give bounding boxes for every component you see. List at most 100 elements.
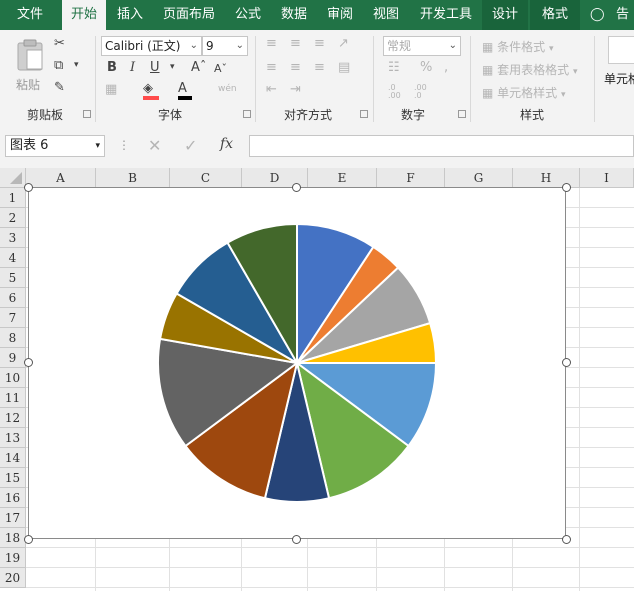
paste-button[interactable]: 粘贴 bbox=[10, 36, 50, 98]
row-header[interactable]: 16 bbox=[0, 488, 26, 508]
row-header[interactable]: 12 bbox=[0, 408, 26, 428]
tell-me-box[interactable]: ◯ 告 bbox=[584, 0, 634, 30]
cut-icon[interactable]: ✂ bbox=[54, 36, 65, 51]
border-icon[interactable]: ▦ bbox=[105, 82, 117, 97]
fill-color-icon[interactable]: ◈ bbox=[143, 82, 159, 100]
decrease-indent-icon[interactable]: ⇤ bbox=[266, 82, 277, 97]
select-all-corner[interactable] bbox=[0, 168, 26, 188]
underline-dropdown-icon[interactable]: ▾ bbox=[170, 62, 175, 72]
align-left-icon[interactable]: ≡ bbox=[266, 60, 277, 75]
chevron-down-icon: ⌄ bbox=[448, 40, 457, 51]
tab-insert[interactable]: 插入 bbox=[108, 0, 152, 30]
align-bottom-icon[interactable]: ≡ bbox=[314, 36, 325, 51]
tab-home[interactable]: 开始 bbox=[62, 0, 106, 30]
number-launcher-icon[interactable] bbox=[458, 110, 466, 118]
resize-handle-bottom-left[interactable] bbox=[24, 535, 33, 544]
format-painter-icon[interactable]: ✎ bbox=[54, 80, 65, 95]
increase-decimal-icon[interactable]: .0.00 bbox=[388, 84, 401, 100]
column-header[interactable]: A bbox=[26, 168, 96, 188]
bold-button[interactable]: B bbox=[107, 60, 117, 75]
tab-file[interactable]: 文件 bbox=[0, 0, 60, 30]
align-center-icon[interactable]: ≡ bbox=[290, 60, 301, 75]
clipboard-launcher-icon[interactable] bbox=[83, 110, 91, 118]
row-header[interactable]: 3 bbox=[0, 228, 26, 248]
row-header[interactable]: 5 bbox=[0, 268, 26, 288]
more-icon[interactable]: ⋮ bbox=[118, 138, 130, 152]
resize-handle-right[interactable] bbox=[562, 358, 571, 367]
insert-function-icon[interactable]: fx bbox=[220, 136, 233, 152]
italic-button[interactable]: I bbox=[130, 60, 135, 75]
name-box[interactable]: 图表 6 ▾ bbox=[5, 135, 105, 157]
row-header[interactable]: 8 bbox=[0, 328, 26, 348]
resize-handle-left[interactable] bbox=[24, 358, 33, 367]
row-header[interactable]: 9 bbox=[0, 348, 26, 368]
row-header[interactable]: 6 bbox=[0, 288, 26, 308]
row-header[interactable]: 14 bbox=[0, 448, 26, 468]
row-header[interactable]: 17 bbox=[0, 508, 26, 528]
tab-page-layout[interactable]: 页面布局 bbox=[155, 0, 223, 30]
row-header[interactable]: 15 bbox=[0, 468, 26, 488]
tab-data[interactable]: 数据 bbox=[272, 0, 316, 30]
cells-button[interactable]: 单元格 bbox=[604, 34, 634, 104]
orientation-icon[interactable]: ↗ bbox=[338, 36, 349, 51]
column-header[interactable]: I bbox=[580, 168, 634, 188]
row-header[interactable]: 1 bbox=[0, 188, 26, 208]
phonetic-icon[interactable]: wén bbox=[218, 84, 237, 94]
copy-dropdown-icon[interactable]: ▾ bbox=[74, 60, 79, 70]
font-color-icon[interactable]: A bbox=[178, 82, 192, 100]
tab-developer[interactable]: 开发工具 bbox=[412, 0, 480, 30]
column-header[interactable]: E bbox=[308, 168, 377, 188]
formula-input[interactable] bbox=[249, 135, 634, 157]
cell-styles-button[interactable]: ▦ 单元格样式 ▾ bbox=[482, 84, 566, 101]
percent-icon[interactable]: % bbox=[420, 60, 432, 75]
enter-icon[interactable]: ✓ bbox=[184, 136, 197, 155]
column-header[interactable]: F bbox=[377, 168, 445, 188]
row-header[interactable]: 13 bbox=[0, 428, 26, 448]
tab-view[interactable]: 视图 bbox=[364, 0, 408, 30]
column-header[interactable]: B bbox=[96, 168, 170, 188]
decrease-decimal-icon[interactable]: .00.0 bbox=[414, 84, 427, 100]
tab-chart-format[interactable]: 格式 bbox=[530, 0, 580, 30]
align-right-icon[interactable]: ≡ bbox=[314, 60, 325, 75]
font-size-combo[interactable]: 9 ⌄ bbox=[202, 36, 248, 56]
resize-handle-top-left[interactable] bbox=[24, 183, 33, 192]
column-header[interactable]: C bbox=[170, 168, 242, 188]
chevron-down-icon: ▾ bbox=[95, 141, 100, 151]
number-format-combo[interactable]: 常规 ⌄ bbox=[383, 36, 461, 56]
align-top-icon[interactable]: ≡ bbox=[266, 36, 277, 51]
copy-icon[interactable]: ⧉ bbox=[54, 58, 63, 73]
resize-handle-top-right[interactable] bbox=[562, 183, 571, 192]
resize-handle-bottom[interactable] bbox=[292, 535, 301, 544]
resize-handle-top[interactable] bbox=[292, 183, 301, 192]
increase-indent-icon[interactable]: ⇥ bbox=[290, 82, 301, 97]
resize-handle-bottom-right[interactable] bbox=[562, 535, 571, 544]
format-as-table-button[interactable]: ▦ 套用表格格式 ▾ bbox=[482, 61, 578, 78]
gridline bbox=[26, 547, 634, 548]
pie-chart[interactable] bbox=[28, 187, 566, 539]
decrease-font-icon[interactable]: Aˇ bbox=[214, 62, 227, 75]
ribbon-tab-bar: 文件 开始 插入 页面布局 公式 数据 审阅 视图 开发工具 设计 格式 ◯ 告 bbox=[0, 0, 634, 30]
row-header[interactable]: 10 bbox=[0, 368, 26, 388]
currency-icon[interactable]: ☷ bbox=[388, 60, 400, 75]
tab-chart-design[interactable]: 设计 bbox=[482, 0, 528, 30]
cancel-icon[interactable]: ✕ bbox=[148, 136, 161, 155]
tab-review[interactable]: 审阅 bbox=[318, 0, 362, 30]
column-header[interactable]: G bbox=[445, 168, 513, 188]
alignment-launcher-icon[interactable] bbox=[360, 110, 368, 118]
row-header[interactable]: 7 bbox=[0, 308, 26, 328]
conditional-formatting-button[interactable]: ▦ 条件格式 ▾ bbox=[482, 38, 554, 55]
row-header[interactable]: 4 bbox=[0, 248, 26, 268]
row-header[interactable]: 11 bbox=[0, 388, 26, 408]
underline-button[interactable]: U bbox=[150, 60, 160, 75]
font-launcher-icon[interactable] bbox=[243, 110, 251, 118]
align-middle-icon[interactable]: ≡ bbox=[290, 36, 301, 51]
row-header[interactable]: 2 bbox=[0, 208, 26, 228]
row-header[interactable]: 20 bbox=[0, 568, 26, 588]
increase-font-icon[interactable]: Aˆ bbox=[191, 60, 206, 75]
comma-icon[interactable]: , bbox=[444, 60, 448, 75]
merge-icon[interactable]: ▤ bbox=[338, 60, 350, 75]
row-header[interactable]: 19 bbox=[0, 548, 26, 568]
font-name-combo[interactable]: Calibri (正文) ⌄ bbox=[101, 36, 202, 56]
tab-formulas[interactable]: 公式 bbox=[226, 0, 270, 30]
row-header[interactable]: 18 bbox=[0, 528, 26, 548]
